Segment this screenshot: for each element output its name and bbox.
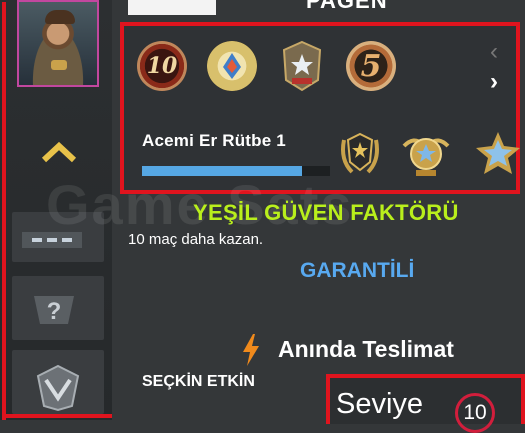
- page-title: PAGEN: [306, 0, 388, 13]
- chevron-left-icon[interactable]: ‹: [490, 38, 498, 66]
- guarantee-text: GARANTİLİ: [300, 259, 415, 282]
- instant-delivery-text: Anında Teslimat: [278, 336, 454, 362]
- unknown-rank-icon: ?: [34, 296, 74, 325]
- 5-year-coin-icon[interactable]: 5: [346, 41, 396, 91]
- elite-active-text: SEÇKİN ETKİN: [142, 373, 255, 390]
- avatar[interactable]: [17, 0, 99, 87]
- level-label: Seviye: [336, 388, 424, 420]
- rank-label: Acemi Er Rütbe 1: [142, 131, 286, 150]
- chevron-right-icon[interactable]: ›: [490, 68, 498, 96]
- highlight-frame-bottom: [2, 414, 112, 418]
- star-badge-icon: [476, 132, 520, 174]
- svg-text:?: ?: [47, 298, 62, 325]
- lightning-icon: [243, 334, 259, 366]
- star-shield-medal-icon[interactable]: [280, 40, 324, 92]
- top-tab[interactable]: [128, 0, 216, 15]
- highlight-frame-left: [2, 2, 6, 420]
- level-value-badge: 10: [455, 393, 495, 433]
- elite-rank-emblem-icon: [36, 364, 80, 412]
- trust-factor-text: YEŞİL GÜVEN FAKTÖRÜ: [193, 200, 459, 225]
- wins-needed-text: 10 maç daha kazan.: [128, 231, 264, 248]
- chevron-up-icon[interactable]: [40, 138, 78, 164]
- winged-star-badge-icon: [402, 138, 450, 176]
- blue-compass-coin-icon[interactable]: [207, 41, 257, 91]
- 10-year-coin-icon[interactable]: 10: [137, 41, 187, 91]
